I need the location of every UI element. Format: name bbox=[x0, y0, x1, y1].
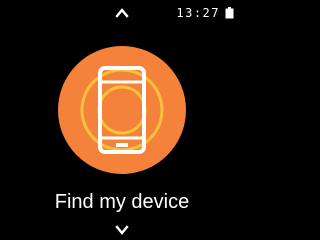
clock: 13:27 bbox=[176, 6, 220, 20]
phone-ring-icon bbox=[80, 66, 164, 154]
status-bar: 13:27 bbox=[176, 6, 234, 20]
chevron-down-icon[interactable] bbox=[115, 223, 129, 237]
watch-screen: 13:27 Find my device bbox=[0, 0, 244, 240]
find-my-device-button[interactable] bbox=[58, 46, 186, 174]
battery-icon bbox=[225, 7, 234, 19]
feature-label: Find my device bbox=[54, 191, 190, 213]
chevron-up-icon[interactable] bbox=[115, 6, 129, 20]
